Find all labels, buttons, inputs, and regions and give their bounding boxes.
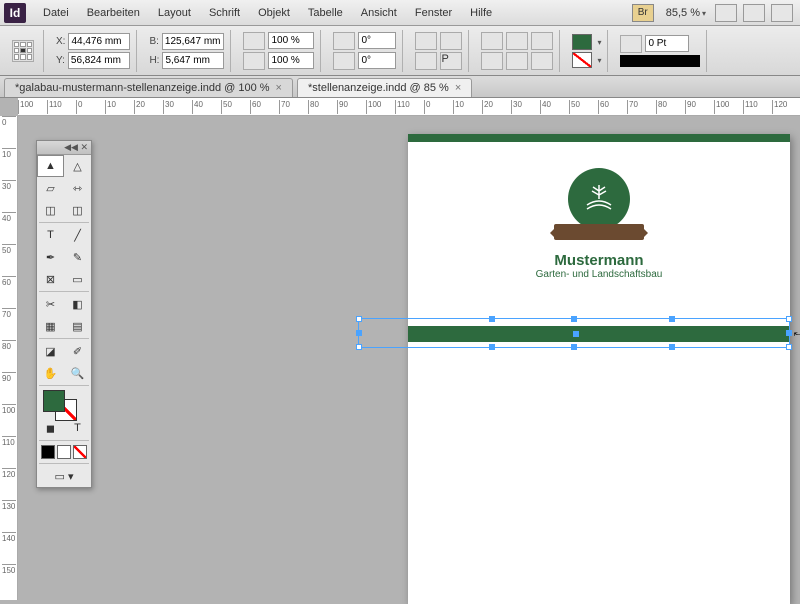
content-collector-tool[interactable]: ◫ bbox=[37, 199, 64, 221]
stroke-dropdown[interactable] bbox=[595, 54, 601, 66]
tab-stellenanzeige[interactable]: *stellenanzeige.indd @ 85 %× bbox=[297, 78, 472, 97]
app-icon: Id bbox=[4, 3, 26, 23]
ruler-vertical: 01030405060708090100110120130140150 bbox=[0, 116, 18, 600]
direct-selection-tool[interactable]: △ bbox=[64, 155, 91, 177]
gradient-swatch-tool[interactable]: ▦ bbox=[37, 315, 64, 337]
reference-point[interactable] bbox=[12, 40, 34, 62]
line-tool[interactable]: ╱ bbox=[64, 224, 91, 246]
page-top-stripe bbox=[408, 134, 790, 142]
menu-bearbeiten[interactable]: Bearbeiten bbox=[78, 7, 149, 19]
menu-ansicht[interactable]: Ansicht bbox=[352, 7, 406, 19]
fill-color-swatch[interactable] bbox=[43, 390, 65, 412]
shear-field[interactable] bbox=[358, 52, 396, 69]
flip-h-icon[interactable] bbox=[415, 52, 437, 70]
document-tabs: *galabau-mustermann-stellenanzeige.indd … bbox=[0, 76, 800, 98]
x-label: X: bbox=[56, 36, 65, 47]
close-icon[interactable]: × bbox=[276, 82, 282, 94]
control-panel: X: Y: B: H: P bbox=[0, 26, 800, 76]
menu-schrift[interactable]: Schrift bbox=[200, 7, 249, 19]
stroke-weight-field[interactable] bbox=[645, 35, 689, 52]
gradient-feather-tool[interactable]: ▤ bbox=[64, 315, 91, 337]
tools-header[interactable]: ◀◀ ✕ bbox=[37, 141, 91, 155]
tab-galabau[interactable]: *galabau-mustermann-stellenanzeige.indd … bbox=[4, 78, 293, 97]
rotate-field[interactable] bbox=[358, 32, 396, 49]
content-placer-tool[interactable]: ◫ bbox=[64, 199, 91, 221]
selection-box: ⤾ bbox=[358, 318, 790, 348]
fill-swatch[interactable] bbox=[572, 34, 592, 50]
logo-ribbon bbox=[554, 224, 644, 240]
shear-icon bbox=[333, 52, 355, 70]
menu-datei[interactable]: Datei bbox=[34, 7, 78, 19]
apply-gradient-icon[interactable] bbox=[57, 445, 71, 459]
menu-objekt[interactable]: Objekt bbox=[249, 7, 299, 19]
menu-tabelle[interactable]: Tabelle bbox=[299, 7, 352, 19]
scissors-tool[interactable]: ✂ bbox=[37, 293, 64, 315]
menu-fenster[interactable]: Fenster bbox=[406, 7, 461, 19]
w-label: B: bbox=[149, 36, 158, 47]
scale-x-field[interactable] bbox=[268, 32, 314, 49]
type-tool[interactable]: T bbox=[37, 224, 64, 246]
logo-block: Mustermann Garten- und Landschaftsbau bbox=[408, 168, 790, 280]
select-next-icon[interactable] bbox=[481, 52, 503, 70]
document-page[interactable]: Mustermann Garten- und Landschaftsbau ⤾ bbox=[408, 134, 790, 604]
rotate-cw-icon[interactable] bbox=[440, 32, 462, 50]
logo-icon bbox=[568, 168, 630, 230]
workspace-button[interactable] bbox=[771, 4, 793, 22]
select-container-icon[interactable] bbox=[481, 32, 503, 50]
page-tool[interactable]: ▱ bbox=[37, 177, 64, 199]
zoom-level[interactable]: 85,5 % bbox=[666, 7, 706, 19]
screen-mode-button[interactable] bbox=[715, 4, 737, 22]
scale-x-icon bbox=[243, 32, 265, 50]
menu-layout[interactable]: Layout bbox=[149, 7, 200, 19]
width-field[interactable] bbox=[162, 33, 224, 50]
y-label: Y: bbox=[56, 55, 65, 66]
height-field[interactable] bbox=[162, 52, 224, 69]
fill-dropdown[interactable] bbox=[595, 36, 601, 48]
bridge-button[interactable]: Br bbox=[632, 4, 654, 22]
brand-tagline: Garten- und Landschaftsbau bbox=[408, 269, 790, 280]
view-mode-normal[interactable]: ▭ ▾ bbox=[37, 465, 91, 487]
y-field[interactable] bbox=[68, 52, 130, 69]
rotate-ccw-icon[interactable] bbox=[415, 32, 437, 50]
gap-tool[interactable]: ⇿ bbox=[64, 177, 91, 199]
canvas[interactable]: Mustermann Garten- und Landschaftsbau ⤾ bbox=[18, 116, 800, 600]
x-field[interactable] bbox=[68, 33, 130, 50]
flip-v-icon[interactable]: P bbox=[440, 52, 462, 70]
stroke-style[interactable] bbox=[620, 55, 700, 67]
pen-tool[interactable]: ✒ bbox=[37, 246, 64, 268]
zoom-tool[interactable]: 🔍 bbox=[64, 362, 91, 384]
rotate-icon bbox=[333, 32, 355, 50]
rectangle-tool[interactable]: ▭ bbox=[64, 268, 91, 290]
scale-y-icon bbox=[243, 52, 265, 70]
fit-content-icon[interactable] bbox=[506, 52, 528, 70]
ruler-horizontal: 1001100102030405060708090100110010203040… bbox=[18, 98, 800, 116]
select-content-icon[interactable] bbox=[506, 32, 528, 50]
menu-hilfe[interactable]: Hilfe bbox=[461, 7, 501, 19]
note-tool[interactable]: ◪ bbox=[37, 340, 64, 362]
select-prev-icon[interactable] bbox=[531, 32, 553, 50]
stroke-weight-icon bbox=[620, 35, 642, 53]
apply-color-icon[interactable] bbox=[41, 445, 55, 459]
scale-y-field[interactable] bbox=[268, 52, 314, 69]
brand-name: Mustermann bbox=[408, 252, 790, 269]
arrange-button[interactable] bbox=[743, 4, 765, 22]
selection-tool[interactable]: ▲ bbox=[37, 155, 64, 177]
free-transform-tool[interactable]: ◧ bbox=[64, 293, 91, 315]
apply-none-icon[interactable] bbox=[73, 445, 87, 459]
rotate-cursor-icon: ⤾ bbox=[794, 327, 800, 340]
fit-frame-icon[interactable] bbox=[531, 52, 553, 70]
menubar: Id Datei Bearbeiten Layout Schrift Objek… bbox=[0, 0, 800, 26]
eyedropper-tool[interactable]: ✐ bbox=[64, 340, 91, 362]
pencil-tool[interactable]: ✎ bbox=[64, 246, 91, 268]
stroke-swatch[interactable] bbox=[572, 52, 592, 68]
tools-panel: ◀◀ ✕ ▲ △ ▱ ⇿ ◫ ◫ T ╱ ✒ ✎ ⊠ ▭ ✂ ◧ ▦ ▤ ◪ ✐… bbox=[36, 140, 92, 488]
hand-tool[interactable]: ✋ bbox=[37, 362, 64, 384]
rectangle-frame-tool[interactable]: ⊠ bbox=[37, 268, 64, 290]
h-label: H: bbox=[149, 55, 159, 66]
close-icon[interactable]: × bbox=[455, 82, 461, 94]
